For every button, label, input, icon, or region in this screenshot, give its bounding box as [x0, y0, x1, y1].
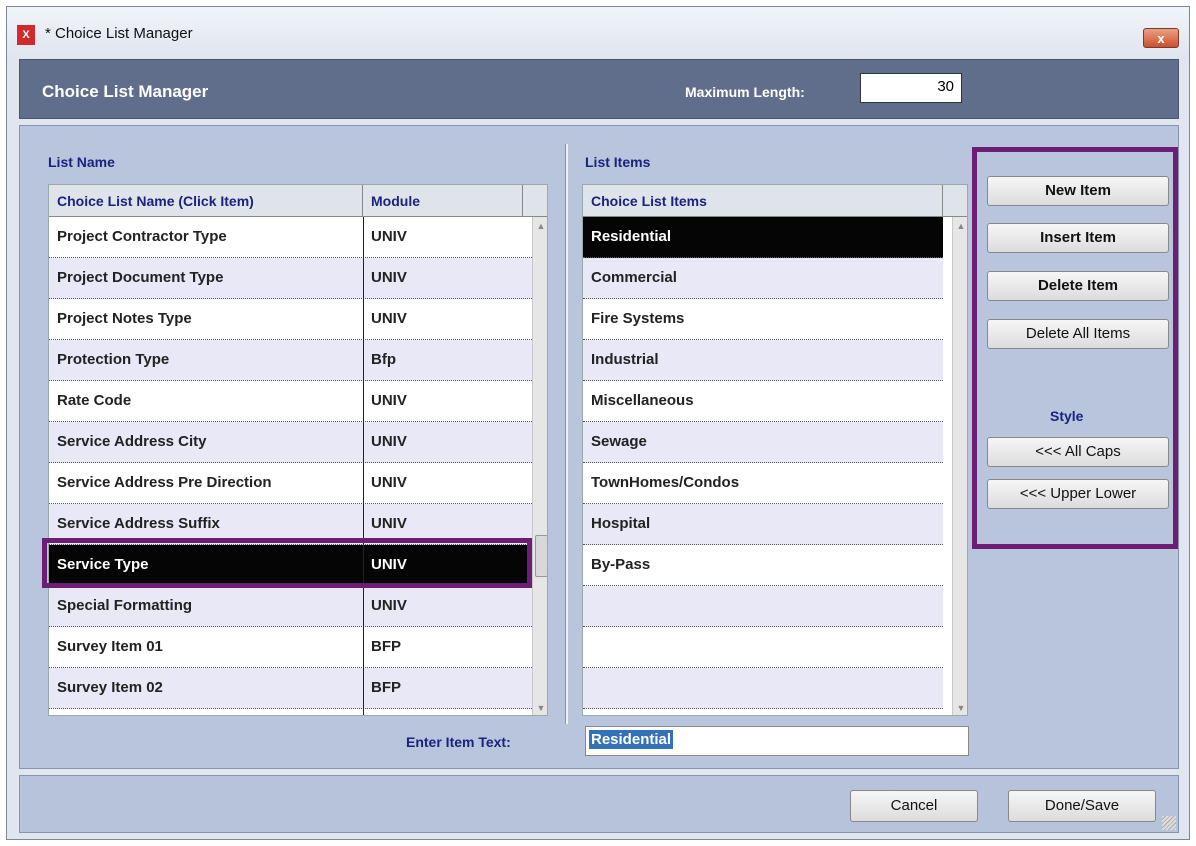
list-item-cell	[583, 627, 943, 667]
column-header-module[interactable]: Module	[363, 185, 523, 216]
upper-lower-button[interactable]: <<< Upper Lower	[987, 479, 1169, 509]
list-items-header: Choice List Items	[583, 185, 967, 217]
list-item-row[interactable]: Industrial	[583, 340, 943, 381]
list-name-cell: Survey Item 01	[57, 638, 163, 655]
list-name-cell: Survey Item 02	[57, 679, 163, 696]
list-item-row[interactable]	[583, 668, 943, 709]
scroll-up-icon[interactable]: ▲	[953, 221, 967, 231]
max-length-label: Maximum Length:	[685, 84, 805, 100]
page-title: Choice List Manager	[42, 82, 209, 101]
column-header-choice-list-items[interactable]: Choice List Items	[583, 185, 943, 216]
all-caps-button[interactable]: <<< All Caps	[987, 437, 1169, 467]
module-cell: UNIV	[371, 228, 407, 245]
footer-bar: Cancel Done/Save	[19, 775, 1179, 833]
list-name-cell: Service Address City	[57, 433, 207, 450]
list-item-cell: Miscellaneous	[591, 392, 694, 409]
close-icon: x	[1157, 31, 1165, 46]
resize-grip-icon[interactable]	[1162, 816, 1176, 830]
list-item-cell	[583, 668, 943, 708]
list-name-row[interactable]: Rate Code UNIV	[49, 381, 532, 422]
module-cell: UNIV	[371, 474, 407, 491]
choice-list-manager-window: X * Choice List Manager x Choice List Ma…	[6, 6, 1190, 840]
list-item-cell	[583, 586, 943, 626]
list-name-row[interactable]: Service Address City UNIV	[49, 422, 532, 463]
xf-app-icon: X	[17, 25, 35, 45]
selected-row-highlight	[42, 538, 532, 588]
window-title: * Choice List Manager	[45, 25, 193, 42]
list-name-grid: Choice List Name (Click Item) Module Pro…	[48, 184, 548, 716]
close-button[interactable]: x	[1143, 28, 1179, 48]
list-item-row[interactable]: By-Pass	[583, 545, 943, 586]
list-item-cell: TownHomes/Condos	[591, 474, 740, 491]
done-save-button[interactable]: Done/Save	[1008, 790, 1156, 822]
module-cell: UNIV	[371, 597, 407, 614]
list-name-row[interactable]: Project Document Type UNIV	[49, 258, 532, 299]
list-name-row[interactable]: Special Formatting UNIV	[49, 586, 532, 627]
list-name-header: Choice List Name (Click Item) Module	[49, 185, 547, 217]
scroll-down-icon[interactable]: ▼	[533, 703, 547, 713]
delete-all-items-button[interactable]: Delete All Items	[987, 319, 1169, 349]
list-name-cell: Project Notes Type	[57, 310, 192, 327]
delete-item-button[interactable]: Delete Item	[987, 271, 1169, 301]
list-name-row[interactable]: Protection Type Bfp	[49, 340, 532, 381]
list-name-cell: Service Address Pre Direction	[57, 474, 272, 491]
list-name-scrollbar[interactable]: ▲ ▼	[532, 217, 547, 715]
list-item-cell: Hospital	[591, 515, 651, 532]
list-item-row[interactable]: Residential	[583, 217, 943, 258]
list-name-row[interactable]: Project Contractor Type UNIV	[49, 217, 532, 258]
column-header-choice-list-name[interactable]: Choice List Name (Click Item)	[49, 185, 363, 216]
item-text-value: Residential	[589, 730, 674, 749]
list-item-cell: By-Pass	[591, 556, 651, 573]
list-name-row[interactable]: Project Notes Type UNIV	[49, 299, 532, 340]
cancel-button[interactable]: Cancel	[850, 790, 978, 822]
module-cell: UNIV	[371, 433, 407, 450]
module-cell: BFP	[371, 679, 401, 696]
scroll-down-icon[interactable]: ▼	[953, 703, 967, 713]
module-cell: UNIV	[371, 310, 407, 327]
list-item-row[interactable]: Hospital	[583, 504, 943, 545]
list-items-grid: Choice List Items Residential Commercial F…	[582, 184, 968, 716]
list-item-row[interactable]: Commercial	[583, 258, 943, 299]
list-item-cell: Sewage	[591, 433, 647, 450]
list-name-cell: Special Formatting	[57, 597, 193, 614]
list-name-cell: Protection Type	[57, 351, 170, 368]
list-item-cell: Industrial	[591, 351, 659, 368]
list-item-row[interactable]: Fire Systems	[583, 299, 943, 340]
style-label: Style	[1050, 408, 1084, 424]
list-item-cell: Residential	[591, 228, 672, 245]
item-text-input[interactable]: Residential	[585, 726, 969, 756]
enter-item-text-label: Enter Item Text:	[406, 734, 511, 750]
list-item-cell: Commercial	[591, 269, 677, 286]
list-item-row[interactable]: TownHomes/Condos	[583, 463, 943, 504]
list-name-row[interactable]: Survey Item 01 BFP	[49, 627, 532, 668]
list-item-cell: Fire Systems	[591, 310, 685, 327]
insert-item-button[interactable]: Insert Item	[987, 223, 1169, 253]
list-name-cell: Rate Code	[57, 392, 132, 409]
list-item-row[interactable]	[583, 586, 943, 627]
list-items-scrollbar[interactable]: ▲ ▼	[952, 217, 967, 715]
module-cell: UNIV	[371, 392, 407, 409]
list-item-row[interactable]	[583, 627, 943, 668]
panel-divider	[565, 144, 568, 724]
list-item-row[interactable]: Miscellaneous	[583, 381, 943, 422]
title-bar: X * Choice List Manager x	[7, 7, 1189, 59]
list-name-cell: Project Contractor Type	[57, 228, 227, 245]
list-name-label: List Name	[48, 154, 115, 170]
scroll-up-icon[interactable]: ▲	[533, 221, 547, 231]
list-item-row[interactable]: Sewage	[583, 422, 943, 463]
new-item-button[interactable]: New Item	[987, 176, 1169, 206]
scroll-thumb[interactable]	[535, 535, 547, 577]
list-name-row[interactable]: Service Address Pre Direction UNIV	[49, 463, 532, 504]
list-name-row[interactable]: Survey Item 02 BFP	[49, 668, 532, 709]
module-cell: UNIV	[371, 269, 407, 286]
max-length-input[interactable]: 30	[860, 73, 962, 103]
list-items-label: List Items	[585, 154, 651, 170]
column-divider	[363, 217, 364, 715]
header-bar: Choice List Manager Maximum Length: 30	[19, 59, 1179, 119]
list-name-cell: Project Document Type	[57, 269, 224, 286]
module-cell: Bfp	[371, 351, 396, 368]
module-cell: BFP	[371, 638, 401, 655]
content-panel: List Name Choice List Name (Click Item) …	[19, 125, 1179, 769]
